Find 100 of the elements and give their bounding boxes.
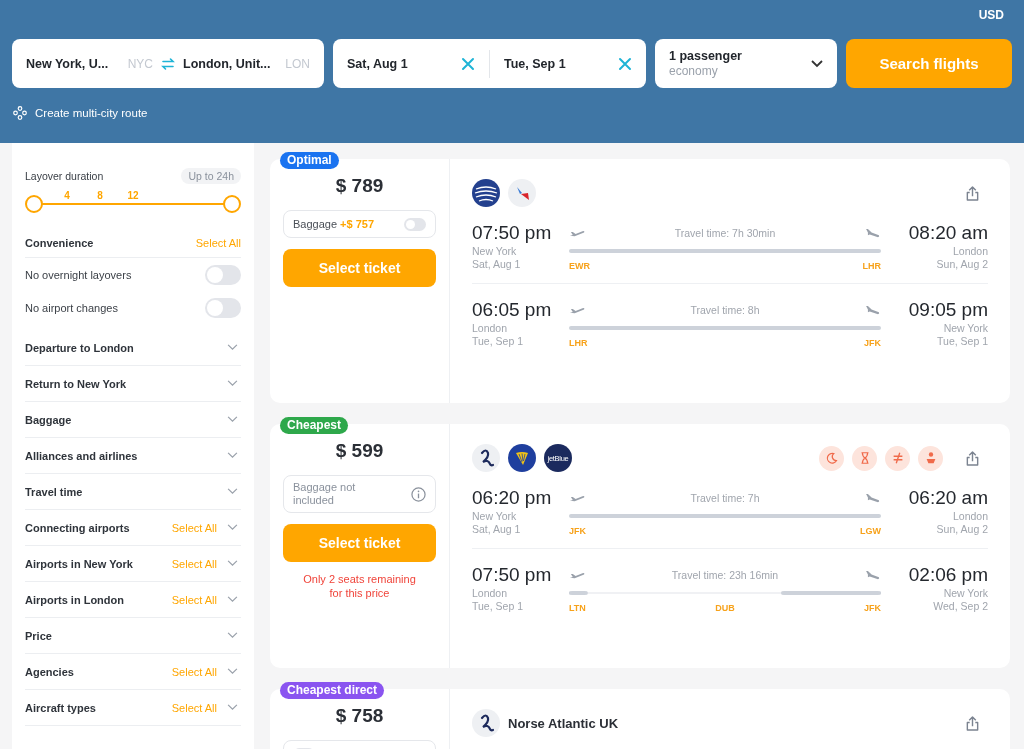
arrival-date: Tue, Sep 1 — [937, 335, 988, 348]
arrival-city: London — [952, 510, 988, 523]
section-title: Convenience — [25, 236, 94, 250]
arrival-time: 06:20 am — [908, 486, 988, 510]
arrival-date: Wed, Sep 2 — [933, 600, 988, 613]
section-title[interactable]: Connecting airports — [25, 521, 162, 534]
toggle-switch[interactable] — [404, 217, 426, 231]
chevron-down-icon[interactable] — [227, 704, 238, 711]
departure-time: 07:50 pm — [472, 563, 553, 587]
cabin-class: economy — [669, 63, 719, 79]
section-title[interactable]: Departure to London — [25, 341, 217, 354]
duration-chip: Up to 24h — [181, 168, 241, 184]
toggle-switch[interactable] — [205, 264, 241, 285]
section-title[interactable]: Airports in New York — [25, 557, 162, 570]
arrival-date: Sun, Aug 2 — [936, 258, 988, 271]
share-icon[interactable] — [965, 449, 980, 467]
chevron-down-icon[interactable] — [227, 416, 238, 423]
ticket-price: $ 789 — [334, 174, 385, 198]
toggle-label: No airport changes — [25, 301, 118, 314]
airport-code: JFK — [864, 603, 881, 613]
departure-date: Sat, Aug 1 — [472, 258, 522, 271]
chevron-down-icon[interactable] — [227, 524, 238, 531]
airport-code: LTN — [569, 603, 586, 613]
chevron-down-icon[interactable] — [227, 452, 238, 459]
clear-icon[interactable] — [618, 56, 632, 71]
swirl-logo-icon — [472, 709, 500, 737]
chevron-down-icon[interactable] — [227, 488, 238, 495]
airport-code: JFK — [569, 526, 586, 536]
date-value: Sat, Aug 1 — [347, 56, 408, 71]
ticket-badge: Cheapest direct — [280, 682, 385, 699]
swirl-logo-icon — [472, 444, 500, 472]
swap-icon[interactable] — [161, 56, 175, 71]
travel-time: Travel time: 7h 30min — [674, 227, 776, 239]
seats-warning: Only 2 seats remaining for this price — [302, 572, 417, 600]
chevron-down-icon[interactable] — [227, 380, 238, 387]
section-title[interactable]: Agencies — [25, 665, 162, 678]
ticket-price: $ 758 — [334, 704, 385, 728]
section-title[interactable]: Return to New York — [25, 377, 217, 390]
takeoff-icon — [569, 570, 586, 580]
baggage-label: Baggage not included — [293, 481, 357, 507]
slider-thumb[interactable] — [223, 195, 241, 213]
share-icon[interactable] — [965, 184, 980, 202]
takeoff-icon — [569, 305, 586, 315]
chevron-down-icon — [811, 59, 823, 68]
departure-time: 07:50 pm — [472, 221, 553, 245]
tick-label: 8 — [96, 189, 104, 203]
section-title[interactable]: Travel time — [25, 485, 217, 498]
person-icon — [918, 445, 943, 471]
section-title[interactable]: Alliances and airlines — [25, 449, 217, 462]
takeoff-icon — [569, 493, 586, 503]
tick-label: 12 — [126, 189, 140, 203]
arrival-city: New York — [943, 587, 988, 600]
airport-code: LHR — [862, 261, 881, 271]
baggage-label: Baggage +$ 757 — [293, 218, 375, 230]
airport-code: LHR — [569, 338, 588, 348]
dates-field[interactable]: Sat, Aug 1 Tue, Sep 1 — [333, 39, 646, 88]
departure-city: New York — [472, 510, 518, 523]
destination-code: LON — [285, 56, 310, 71]
chevron-down-icon[interactable] — [227, 596, 238, 603]
takeoff-icon — [569, 228, 586, 238]
clear-icon[interactable] — [461, 56, 475, 71]
route-field[interactable]: New York, U... NYC London, Unit... LON — [12, 39, 324, 88]
landing-icon — [864, 492, 881, 504]
hourglass-icon — [852, 445, 877, 471]
share-icon[interactable] — [965, 714, 980, 732]
landing-icon — [864, 304, 881, 316]
origin-city: New York, U... — [26, 56, 109, 71]
ticket-price: $ 599 — [334, 439, 385, 463]
airport-code: JFK — [864, 338, 881, 348]
info-icon[interactable] — [411, 486, 426, 502]
arrival-city: London — [952, 245, 988, 258]
passengers-field[interactable]: 1 passenger economy — [655, 39, 837, 88]
travel-time: Travel time: 7h — [690, 492, 760, 504]
tick-label: 4 — [63, 189, 71, 203]
departure-time: 06:20 pm — [472, 486, 553, 510]
section-title[interactable]: Price — [25, 629, 217, 642]
arrival-time: 09:05 pm — [908, 298, 988, 322]
date-value: Tue, Sep 1 — [504, 56, 566, 71]
origin-code: NYC — [127, 56, 153, 71]
currency-selector[interactable]: USD — [978, 8, 1004, 22]
chevron-down-icon[interactable] — [227, 560, 238, 567]
toggle-label: No overnight layovers — [25, 268, 132, 281]
section-title[interactable]: Aircraft types — [25, 701, 162, 714]
ticket-badge: Optimal — [280, 152, 339, 169]
toggle-switch[interactable] — [205, 297, 241, 318]
route-icon[interactable] — [13, 106, 27, 120]
filter-label: Layover duration — [25, 170, 104, 182]
travel-time: Travel time: 8h — [690, 304, 760, 316]
departure-date: Sat, Aug 1 — [472, 523, 522, 536]
slider-thumb[interactable] — [25, 195, 43, 213]
tail-logo-icon — [508, 179, 536, 207]
section-title[interactable]: Baggage — [25, 413, 217, 426]
travel-time: Travel time: 23h 16min — [671, 569, 779, 581]
chevron-down-icon[interactable] — [227, 632, 238, 639]
ticket-badge: Cheapest — [280, 417, 349, 434]
airport-code: LGW — [860, 526, 881, 536]
chevron-down-icon[interactable] — [227, 668, 238, 675]
section-title[interactable]: Airports in London — [25, 593, 162, 606]
chevron-down-icon[interactable] — [227, 344, 238, 351]
multi-city-link[interactable]: Create multi-city route — [35, 107, 148, 119]
